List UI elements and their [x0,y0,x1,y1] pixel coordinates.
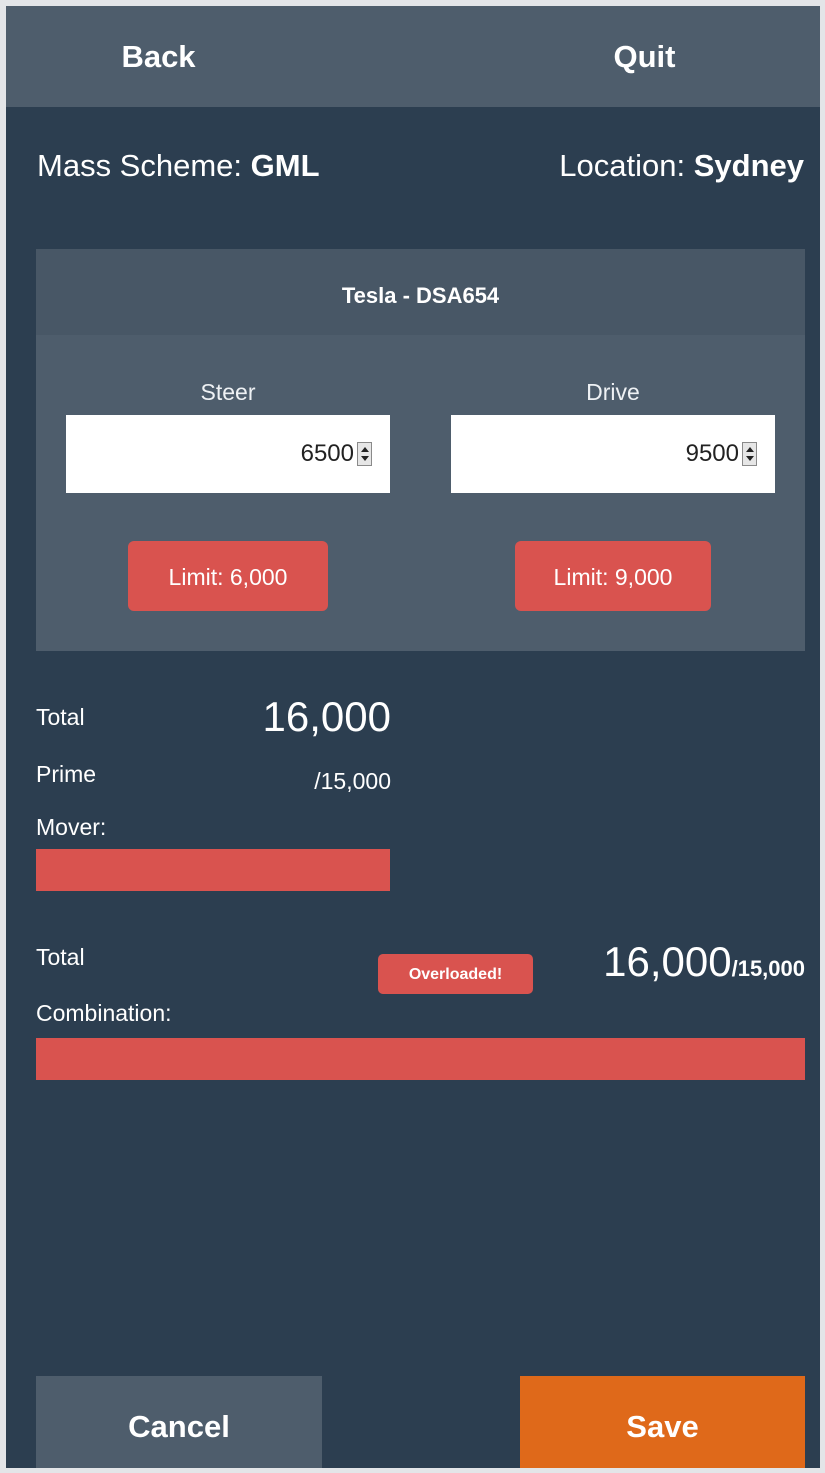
combination-total: 16,000 [603,938,732,985]
drive-input-value[interactable]: 9500 [686,415,739,493]
mass-scheme-label: Mass Scheme: [37,148,243,183]
vehicle-title: Tesla - DSA654 [36,249,805,335]
prime-mover-total: 16,000 [262,693,391,740]
steer-label: Steer [200,379,256,405]
combination-progress-bar [36,1038,805,1080]
back-button[interactable]: Back [76,6,241,107]
location-label: Location: [559,148,686,183]
location-value: Sydney [693,148,804,183]
save-button[interactable]: Save [520,1376,805,1468]
overloaded-badge: Overloaded! [378,954,533,994]
spinner-arrows-icon[interactable] [742,442,757,466]
spinner-down-icon[interactable] [746,456,754,461]
app-window: Back Quit Mass Scheme: GML Location: Syd… [6,6,820,1468]
spinner-up-icon[interactable] [746,447,754,452]
mass-scheme-info: Mass Scheme: GML [37,146,320,186]
top-nav-bar: Back Quit [6,6,820,107]
prime-mover-label-line2: Prime [36,761,97,787]
prime-mover-limit: /15,000 [314,768,391,794]
prime-mover-label-line1: Total [36,704,85,730]
mass-scheme-value: GML [250,148,320,183]
prime-mover-label-line3: Mover: [36,814,107,840]
spinner-arrows-icon[interactable] [357,442,372,466]
combination-total-group: 16,000/15,000 [539,938,805,986]
spinner-up-icon[interactable] [361,447,369,452]
steer-input-value[interactable]: 6500 [301,415,354,493]
steer-input[interactable]: 6500 [66,415,390,493]
location-info: Location: Sydney [559,146,804,186]
combination-label-line2: Combination: [36,1000,172,1026]
combination-limit: /15,000 [731,956,805,981]
combination-label-line1: Total [36,944,85,970]
quit-button[interactable]: Quit [562,6,727,107]
drive-limit-badge: Limit: 9,000 [515,541,711,611]
drive-label: Drive [586,379,640,405]
steer-limit-badge: Limit: 6,000 [128,541,328,611]
vehicle-card: Tesla - DSA654 Steer 6500 Drive 9500 Lim… [36,249,805,651]
drive-input[interactable]: 9500 [451,415,775,493]
prime-mover-progress-bar [36,849,390,891]
cancel-button[interactable]: Cancel [36,1376,322,1468]
spinner-down-icon[interactable] [361,456,369,461]
